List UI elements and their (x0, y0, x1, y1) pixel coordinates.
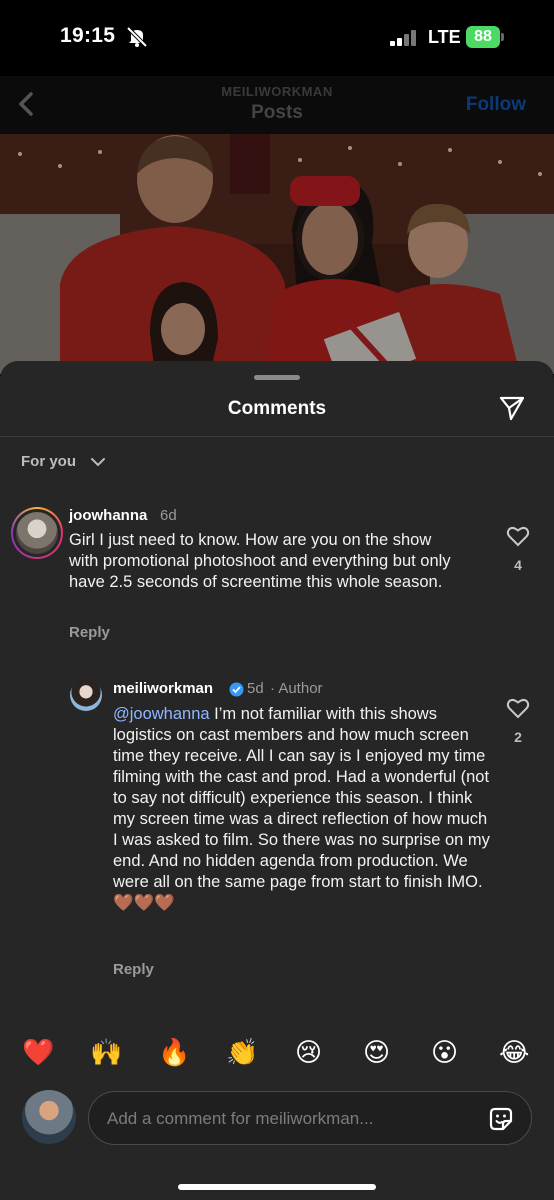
follow-button[interactable]: Follow (466, 94, 526, 116)
divider (0, 436, 554, 437)
reply-username[interactable]: meiliworkman (113, 680, 213, 697)
reply-body: I’m not familiar with this shows logisti… (113, 705, 490, 912)
reaction-heart[interactable]: ❤️ (22, 1037, 54, 1069)
quick-reactions: ❤️ 🙌 🔥 👏 😢 😍 😮 😂 (0, 1037, 554, 1077)
avatar[interactable] (11, 507, 63, 559)
comments-sheet: Comments For you joowhanna 6d Girl I jus… (0, 361, 554, 1200)
reaction-fire[interactable]: 🔥 (158, 1037, 190, 1069)
battery-level: 88 (466, 26, 500, 48)
sort-filter[interactable]: For you (21, 453, 76, 470)
heart-icon[interactable] (506, 697, 530, 719)
status-bar: 19:15 LTE 88 (0, 0, 554, 76)
reaction-laughing[interactable]: 😂 (499, 1037, 529, 1069)
heart-icon[interactable] (506, 525, 530, 547)
avatar (22, 1090, 76, 1144)
reply-button[interactable]: Reply (113, 961, 154, 978)
reply-button[interactable]: Reply (69, 624, 110, 641)
reply-age: 5d (247, 680, 264, 697)
battery-icon: 88 (466, 26, 504, 48)
nav-header: MEILIWORKMAN Posts Follow (0, 76, 554, 134)
status-time: 19:15 (60, 24, 116, 47)
reply-text: @joowhanna I’m not familiar with this sh… (113, 704, 493, 914)
comment-text: Girl I just need to know. How are you on… (69, 531, 451, 591)
reaction-surprised[interactable]: 😮 (431, 1037, 458, 1069)
avatar[interactable] (70, 679, 102, 711)
chevron-down-icon[interactable] (90, 456, 106, 468)
signal-icon (390, 30, 420, 46)
reaction-clap[interactable]: 👏 (226, 1037, 258, 1069)
verified-icon (229, 682, 244, 697)
reaction-heart-eyes[interactable]: 😍 (363, 1037, 390, 1069)
comments-title: Comments (227, 398, 327, 419)
comment-composer[interactable] (88, 1091, 532, 1145)
comment-age: 6d (160, 507, 177, 524)
drag-handle[interactable] (254, 375, 300, 380)
author-tag: · Author (270, 680, 323, 697)
bell-slash-icon (126, 27, 148, 47)
comment-username[interactable]: joowhanna (69, 507, 147, 524)
post-photo (0, 134, 554, 374)
network-type: LTE (428, 27, 461, 47)
home-indicator (178, 1184, 376, 1190)
comment-input[interactable] (105, 1106, 469, 1132)
reaction-raised-hands[interactable]: 🙌 (90, 1037, 122, 1069)
like-count: 2 (514, 729, 522, 745)
sticker-icon[interactable] (487, 1105, 515, 1133)
send-icon[interactable] (498, 394, 526, 422)
mention-link[interactable]: @joowhanna (113, 705, 210, 723)
like-count: 4 (514, 557, 522, 573)
reaction-crying[interactable]: 😢 (295, 1037, 322, 1069)
